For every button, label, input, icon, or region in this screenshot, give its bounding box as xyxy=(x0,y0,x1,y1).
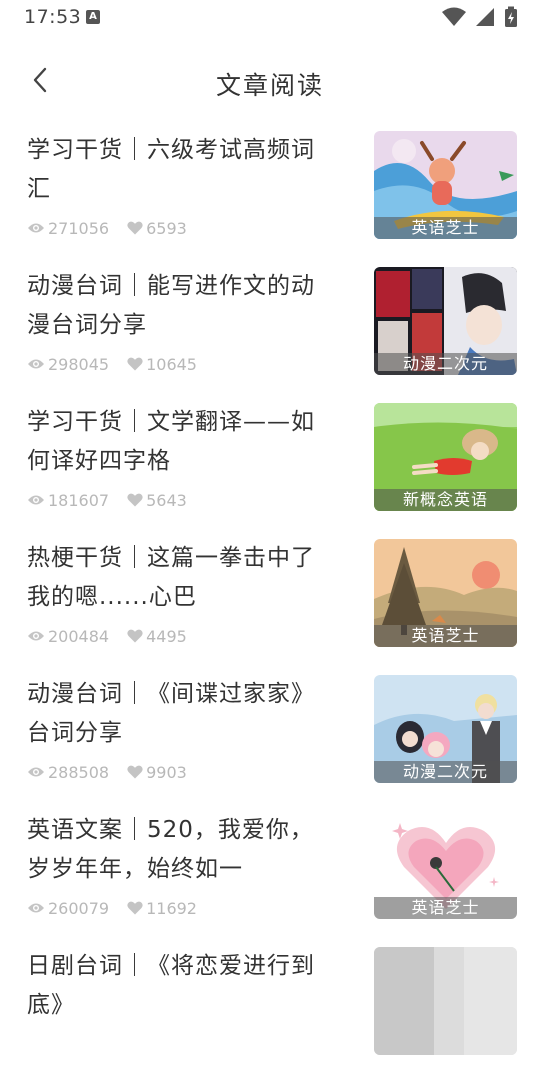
eye-icon xyxy=(28,223,44,233)
view-count: 271056 xyxy=(27,219,109,238)
signal-icon xyxy=(475,8,494,26)
article-item[interactable]: 日剧台词｜《将恋爱进行到底》 xyxy=(0,930,540,1066)
eye-icon xyxy=(28,767,44,777)
article-thumbnail: 英语芝士 xyxy=(374,539,517,647)
view-count: 200484 xyxy=(27,627,109,646)
heart-icon xyxy=(127,357,143,371)
view-count: 288508 xyxy=(27,763,109,782)
article-stats: 271056 6593 xyxy=(27,218,187,238)
wifi-icon xyxy=(441,7,466,26)
article-title: 学习干货｜六级考试高频词汇 xyxy=(27,137,315,202)
heart-icon xyxy=(127,493,143,507)
article-thumbnail: 英语芝士 xyxy=(374,811,517,919)
article-item[interactable]: 学习干货｜六级考试高频词汇 271056 6593 英语芝士 xyxy=(0,114,540,250)
like-count: 10645 xyxy=(127,355,197,374)
eye-icon xyxy=(28,495,44,505)
drama-image xyxy=(374,947,517,1055)
like-count: 11692 xyxy=(127,899,197,918)
like-count: 4495 xyxy=(127,627,187,646)
heart-icon xyxy=(127,629,143,643)
article-stats: 260079 11692 xyxy=(27,898,197,918)
status-time: 17:53 xyxy=(24,6,82,28)
status-bar: 17:53 A xyxy=(0,0,540,34)
article-title: 学习干货｜文学翻译——如何译好四字格 xyxy=(27,409,315,474)
eye-icon xyxy=(28,903,44,913)
view-count: 260079 xyxy=(27,899,109,918)
category-tag: 英语芝士 xyxy=(374,897,517,919)
article-stats: 298045 10645 xyxy=(27,354,197,374)
notification-a-icon: A xyxy=(86,10,100,24)
category-tag: 动漫二次元 xyxy=(374,353,517,375)
article-item[interactable]: 热梗干货｜这篇一拳击中了我的嗯......心巴 200484 4495 英语芝士 xyxy=(0,522,540,658)
battery-charging-icon xyxy=(505,6,517,27)
category-tag: 英语芝士 xyxy=(374,217,517,239)
article-list: 学习干货｜六级考试高频词汇 271056 6593 英语芝士 动漫台词｜能写进作… xyxy=(0,114,540,1066)
status-icons xyxy=(438,6,518,28)
like-count: 5643 xyxy=(127,491,187,510)
article-stats: 181607 5643 xyxy=(27,490,187,510)
article-title: 动漫台词｜能写进作文的动漫台词分享 xyxy=(27,273,315,338)
category-tag: 英语芝士 xyxy=(374,625,517,647)
article-thumbnail: 动漫二次元 xyxy=(374,267,517,375)
article-stats: 288508 9903 xyxy=(27,762,187,782)
eye-icon xyxy=(28,359,44,369)
article-item[interactable]: 学习干货｜文学翻译——如何译好四字格 181607 5643 新概念英语 xyxy=(0,386,540,522)
view-count: 181607 xyxy=(27,491,109,510)
article-thumbnail: 英语芝士 xyxy=(374,131,517,239)
category-tag: 动漫二次元 xyxy=(374,761,517,783)
article-title: 热梗干货｜这篇一拳击中了我的嗯......心巴 xyxy=(27,545,315,610)
article-item[interactable]: 动漫台词｜《间谍过家家》台词分享 288508 9903 动漫二次元 xyxy=(0,658,540,794)
heart-icon xyxy=(127,901,143,915)
article-thumbnail: 新概念英语 xyxy=(374,403,517,511)
article-thumbnail: 动漫二次元 xyxy=(374,675,517,783)
article-title: 英语文案｜520，我爱你，岁岁年年，始终如一 xyxy=(27,817,314,882)
category-tag: 新概念英语 xyxy=(374,489,517,511)
heart-icon xyxy=(127,221,143,235)
article-item[interactable]: 英语文案｜520，我爱你，岁岁年年，始终如一 260079 11692 英语芝士 xyxy=(0,794,540,930)
article-title: 动漫台词｜《间谍过家家》台词分享 xyxy=(27,681,315,746)
like-count: 9903 xyxy=(127,763,187,782)
app-header: 文章阅读 xyxy=(0,50,540,114)
article-stats: 200484 4495 xyxy=(27,626,187,646)
view-count: 298045 xyxy=(27,355,109,374)
article-thumbnail xyxy=(374,947,517,1055)
like-count: 6593 xyxy=(127,219,187,238)
eye-icon xyxy=(28,631,44,641)
page-title: 文章阅读 xyxy=(215,71,324,100)
article-item[interactable]: 动漫台词｜能写进作文的动漫台词分享 298045 10645 动漫二次元 xyxy=(0,250,540,386)
article-title: 日剧台词｜《将恋爱进行到底》 xyxy=(27,953,315,1018)
heart-icon xyxy=(127,765,143,779)
